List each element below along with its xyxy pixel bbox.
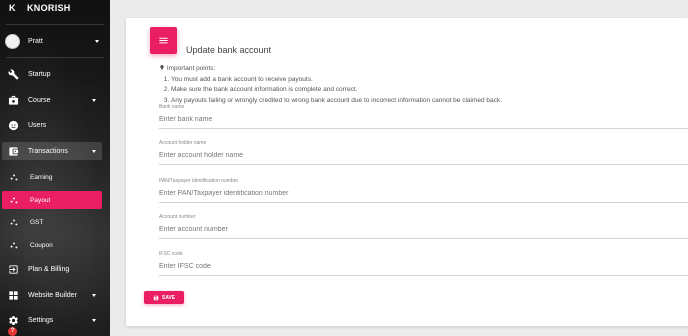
bank-name-field[interactable]	[159, 112, 688, 129]
chart-dots-icon	[10, 239, 18, 251]
bulb-icon	[159, 65, 167, 72]
sidebar-item-course[interactable]: Course	[2, 91, 102, 109]
chevron-down-icon	[92, 293, 96, 297]
sidebar-item-label: Course	[28, 96, 51, 104]
points-list: You must add a bank account to receive p…	[171, 75, 502, 107]
pan-group: PAN/Taxpayer identification number	[159, 178, 688, 203]
sidebar-item-gst[interactable]: GST	[2, 213, 102, 231]
ifsc-label: IFSC code	[159, 251, 183, 257]
login-icon	[7, 263, 19, 275]
sidebar-item-label: Earning	[30, 173, 53, 181]
chevron-down-icon	[92, 318, 96, 322]
sidebar-item-label: Website Builder	[28, 291, 77, 299]
chevron-down-icon	[92, 98, 96, 102]
save-button[interactable]: SAVE	[144, 291, 184, 304]
account-number-field[interactable]	[159, 222, 688, 239]
help-badge[interactable]: ?	[8, 327, 17, 336]
important-heading: Important points:	[166, 65, 216, 72]
sidebar-item-payout[interactable]: Payout	[2, 191, 102, 209]
sidebar-item-website-builder[interactable]: Website Builder	[2, 286, 102, 304]
sidebar-item-label: Plan & Billing	[28, 265, 70, 273]
chevron-down-icon	[95, 39, 99, 43]
menu-icon	[150, 27, 177, 54]
sidebar-item-settings[interactable]: Settings	[2, 311, 102, 329]
important-heading-row: Important points:	[159, 64, 502, 75]
user-name: Pratt	[28, 37, 43, 45]
bank-name-label: Bank name	[159, 104, 185, 110]
sidebar-item-label: Startup	[28, 70, 51, 78]
sidebar: K KNORISH Pratt Startup Course Users Tra…	[0, 0, 110, 336]
account-number-group: Account number	[159, 214, 688, 239]
bank-account-card: Update bank account Important points: Yo…	[126, 18, 688, 326]
ifsc-group: IFSC code	[159, 251, 688, 276]
holder-name-group: Account holder name	[159, 140, 688, 165]
brand[interactable]: K KNORISH	[0, 0, 110, 18]
sidebar-item-label: GST	[30, 218, 44, 226]
floppy-icon	[153, 295, 159, 300]
sidebar-item-label: Coupon	[30, 241, 53, 249]
wrench-icon	[7, 68, 19, 80]
grid-icon	[7, 289, 19, 301]
chart-dots-icon	[10, 171, 18, 183]
briefcase-icon	[7, 94, 19, 106]
holder-name-label: Account holder name	[159, 140, 207, 146]
sidebar-item-coupon[interactable]: Coupon	[2, 236, 102, 254]
user-menu[interactable]: Pratt	[5, 32, 105, 50]
holder-name-field[interactable]	[159, 148, 688, 165]
bank-name-group: Bank name	[159, 104, 688, 129]
divider	[6, 24, 104, 25]
sidebar-item-startup[interactable]: Startup	[2, 65, 102, 83]
sidebar-item-transactions[interactable]: Transactions	[2, 142, 102, 160]
sidebar-item-plan-billing[interactable]: Plan & Billing	[2, 260, 102, 278]
avatar	[5, 33, 20, 49]
ifsc-field[interactable]	[159, 259, 688, 276]
page-title: Update bank account	[186, 45, 272, 55]
pan-label: PAN/Taxpayer identification number	[159, 178, 239, 184]
list-item: Make sure the bank account information i…	[171, 85, 502, 96]
sidebar-item-label: Transactions	[28, 147, 68, 155]
brand-name: KNORISH	[27, 3, 71, 13]
pan-field[interactable]	[159, 186, 688, 203]
sidebar-item-label: Payout	[30, 196, 51, 204]
sidebar-item-label: Settings	[28, 316, 54, 324]
list-item: You must add a bank account to receive p…	[171, 75, 502, 86]
divider	[6, 57, 104, 58]
sidebar-item-earning[interactable]: Earning	[2, 168, 102, 186]
important-points: Important points: You must add a bank ac…	[159, 64, 502, 106]
wallet-icon	[7, 145, 19, 157]
save-button-label: SAVE	[161, 294, 176, 301]
sidebar-item-users[interactable]: Users	[2, 116, 102, 134]
chart-dots-icon	[10, 216, 18, 228]
chart-dots-icon	[10, 194, 18, 206]
chevron-down-icon	[92, 149, 96, 153]
gear-icon	[7, 314, 19, 326]
sidebar-item-label: Users	[28, 121, 47, 129]
main-content: Update bank account Important points: Yo…	[110, 0, 688, 336]
brand-logo: K	[9, 3, 16, 13]
user-face-icon	[7, 119, 19, 131]
account-number-label: Account number	[159, 214, 196, 220]
